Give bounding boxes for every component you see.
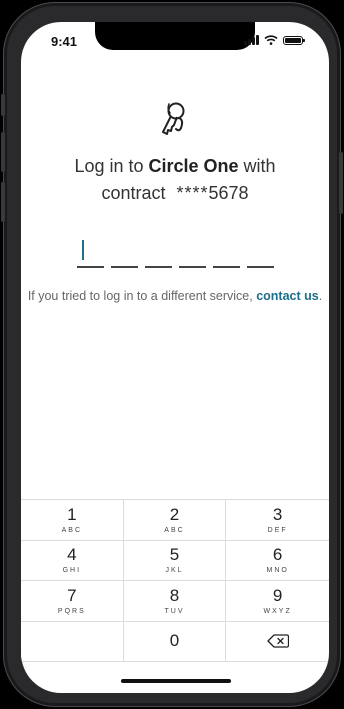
power-button bbox=[339, 152, 343, 214]
mute-switch bbox=[1, 94, 5, 116]
key-number: 9 bbox=[272, 585, 283, 605]
contract-label: contract bbox=[101, 183, 166, 203]
key-icon bbox=[162, 102, 185, 135]
key-number: 5 bbox=[169, 545, 180, 565]
phone-frame: 9:41 Log in to Circle One with contract … bbox=[1, 2, 343, 707]
key-1[interactable]: 1 ABC bbox=[21, 500, 124, 541]
text-cursor bbox=[82, 240, 84, 260]
title-prefix: Log in to bbox=[74, 156, 149, 176]
key-3[interactable]: 3 DEF bbox=[226, 500, 329, 541]
key-number: 4 bbox=[67, 545, 77, 565]
pin-digit-2[interactable] bbox=[111, 236, 138, 268]
screen: 9:41 Log in to Circle One with contract … bbox=[21, 22, 329, 693]
help-text-end: . bbox=[318, 289, 323, 303]
pin-digit-4[interactable] bbox=[179, 236, 206, 268]
pin-digit-3[interactable] bbox=[145, 236, 172, 268]
key-9[interactable]: 9 WXYZ bbox=[226, 581, 329, 622]
battery-icon bbox=[283, 35, 305, 45]
key-5[interactable]: 5 JKL bbox=[123, 540, 227, 581]
wifi-icon bbox=[264, 35, 278, 45]
cellular-signal-icon bbox=[244, 35, 259, 45]
volume-down-button bbox=[1, 182, 5, 222]
key-number: 3 bbox=[272, 504, 283, 524]
key-letters: JKL bbox=[165, 567, 184, 575]
volume-up-button bbox=[1, 132, 5, 172]
key-6[interactable]: 6 MNO bbox=[226, 541, 329, 581]
key-empty bbox=[21, 621, 124, 662]
key-2[interactable]: 2 ABC bbox=[123, 500, 227, 541]
help-text-body: If you tried to log in to a different se… bbox=[27, 289, 257, 303]
key-letters: ABC bbox=[61, 526, 83, 534]
key-number: 1 bbox=[67, 504, 77, 524]
key-letters: DEF bbox=[267, 526, 288, 534]
contact-us-link[interactable]: contact us bbox=[256, 289, 319, 303]
contract-mask: **** bbox=[176, 183, 209, 203]
service-name: Circle One bbox=[148, 156, 239, 176]
home-indicator[interactable] bbox=[121, 679, 231, 683]
pin-digit-1[interactable] bbox=[77, 236, 104, 268]
key-7[interactable]: 7 PQRS bbox=[21, 581, 124, 622]
numeric-keypad: 1 ABC 2 ABC 3 DEF 4 GHI 5 JKL 6 MNO 7 PQRS 8 TUV… bbox=[21, 499, 329, 662]
status-time: 9:41 bbox=[51, 34, 78, 49]
help-text: If you tried to log in to a different se… bbox=[21, 286, 329, 306]
key-letters: PQRS bbox=[57, 607, 86, 615]
key-number: 2 bbox=[169, 504, 180, 524]
page-title: Log in to Circle One with contract ****5… bbox=[21, 153, 329, 207]
notch bbox=[95, 22, 255, 50]
contract-last4: 5678 bbox=[208, 183, 249, 203]
title-suffix: with bbox=[238, 156, 276, 176]
key-letters: WXYZ bbox=[263, 607, 292, 615]
backspace-icon bbox=[267, 634, 289, 648]
key-4[interactable]: 4 GHI bbox=[21, 540, 124, 581]
key-letters: MNO bbox=[266, 567, 289, 575]
key-0[interactable]: 0 bbox=[123, 621, 227, 662]
key-letters: TUV bbox=[164, 607, 185, 615]
pin-digit-6[interactable] bbox=[247, 236, 274, 268]
key-number: 6 bbox=[272, 545, 283, 565]
key-number: 8 bbox=[169, 585, 180, 605]
status-icons bbox=[244, 35, 305, 45]
key-8[interactable]: 8 TUV bbox=[123, 581, 227, 622]
key-delete[interactable] bbox=[226, 622, 329, 662]
pin-digit-5[interactable] bbox=[213, 236, 240, 268]
key-number: 0 bbox=[169, 631, 180, 651]
key-letters: GHI bbox=[62, 567, 82, 575]
key-number: 7 bbox=[67, 585, 77, 605]
key-letters: ABC bbox=[164, 526, 185, 534]
pin-input[interactable] bbox=[77, 236, 274, 268]
